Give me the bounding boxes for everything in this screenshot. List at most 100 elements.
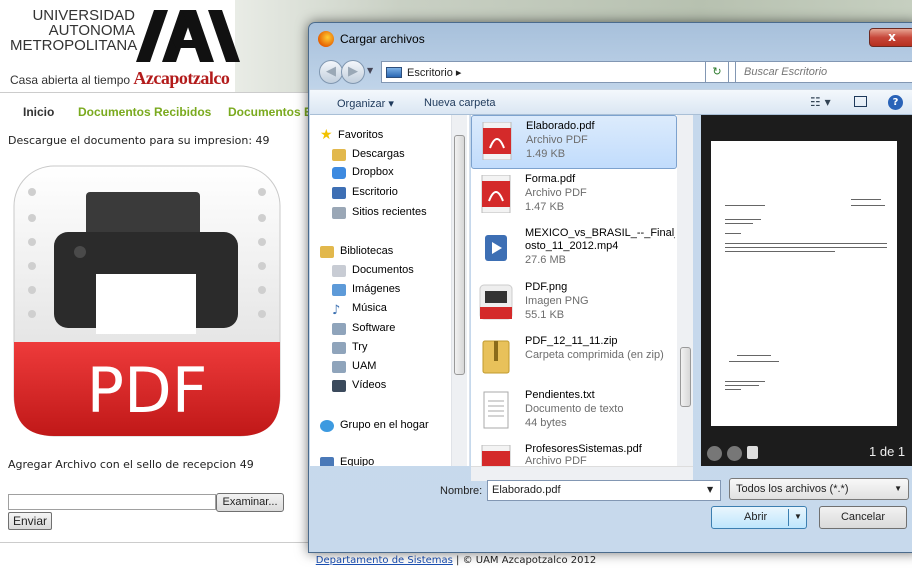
submit-button[interactable]: Enviar [8,512,52,530]
file-item-pendientes[interactable]: Pendientes.txt Documento de texto 44 byt… [471,385,677,439]
views-icon[interactable]: ☷ ▾ [810,95,831,109]
search-box[interactable]: ⚲ [735,61,912,83]
file-name: Pendientes.txt [525,389,595,401]
file-list: Elaborado.pdf Archivo PDF 1.49 KB Forma.… [471,115,689,466]
nav-item-favoritos[interactable]: Favoritos [338,129,383,141]
nav-item-documentos[interactable]: Documentos [352,264,414,276]
logo-line-1: UNIVERSIDAD [32,7,135,24]
file-item-zip[interactable]: PDF_12_11_11.zip Carpeta comprimida (en … [471,331,677,385]
star-icon: ★ [320,127,333,143]
file-item-mexico-brasil[interactable]: MEXICO_vs_BRASIL_--_Final_--_ osto_11_20… [471,223,677,277]
file-item-elaborado[interactable]: Elaborado.pdf Archivo PDF 1.49 KB [471,115,677,169]
nav-scroll-thumb[interactable] [454,135,465,375]
png-file-icon [479,284,513,320]
new-folder-button[interactable]: Nueva carpeta [424,97,496,109]
nav-link-inicio[interactable]: Inicio [23,105,54,119]
uam-logo-icon [136,10,240,62]
documents-icon [332,265,346,277]
cancel-button[interactable]: Cancelar [819,506,907,529]
file-scroll-thumb[interactable] [680,347,691,407]
desktop-icon [386,67,402,78]
homegroup-icon [320,420,334,432]
nav-scrollbar[interactable] [451,115,467,466]
nav-item-descargas[interactable]: Descargas [352,148,405,160]
page-icon[interactable] [747,446,758,459]
video-file-icon [485,235,507,261]
horizontal-scrollbar[interactable] [471,466,693,481]
desktop-icon [332,187,346,199]
footer-copyright: | © UAM Azcapotzalco 2012 [452,555,597,566]
file-type-filter[interactable]: Todos los archivos (*.*) ▼ [729,478,909,500]
downloads-folder-icon [332,149,346,161]
pdf-icon-label: PDF [87,354,208,427]
nav-item-try[interactable]: Try [352,341,367,353]
file-type: Archivo PDF [526,134,588,146]
nav-item-imagenes[interactable]: Imágenes [352,283,400,295]
file-name: MEXICO_vs_BRASIL_--_Final_--_ [525,227,675,239]
nav-link-documentos-recibidos[interactable]: Documentos Recibidos [78,105,211,119]
file-size: 1.47 KB [525,201,565,213]
nav-item-software[interactable]: Software [352,322,395,334]
pdf-file-icon [481,175,511,213]
file-path-input[interactable] [8,494,216,510]
address-bar[interactable]: Escritorio ▸ ▼ [381,61,751,83]
footer-link-sistemas[interactable]: Departamento de Sistemas [316,555,453,566]
pdf-printer-icon[interactable]: PDF [0,162,292,444]
document-preview [711,141,897,426]
next-page-icon[interactable] [727,446,742,461]
organize-menu[interactable]: Organizar ▾ [337,97,394,110]
preview-pane-icon[interactable] [854,96,867,107]
computer-icon [320,457,334,466]
address-segment[interactable]: Escritorio [407,67,453,79]
libraries-icon [320,246,334,258]
address-text: Escritorio ▸ [407,66,461,79]
logo-line-3: METROPOLITANA [10,37,138,54]
file-name: Elaborado.pdf [526,120,595,132]
nav-item-uam[interactable]: UAM [352,360,376,372]
file-name: PDF.png [525,281,568,293]
file-name: PDF_12_11_11.zip [525,335,618,347]
previous-page-icon[interactable] [707,446,722,461]
chevron-down-icon[interactable]: ▼ [794,512,802,521]
preview-pane [701,115,912,466]
file-item-pdf-png[interactable]: PDF.png Imagen PNG 55.1 KB [471,277,677,331]
dropbox-icon [332,167,346,179]
chevron-down-icon[interactable]: ▼ [707,485,713,494]
browse-button[interactable]: Examinar... [216,493,284,512]
nav-item-musica[interactable]: Música [352,302,387,314]
nav-item-videos[interactable]: Vídeos [352,379,386,391]
nav-item-equipo[interactable]: Equipo [340,456,374,466]
forward-button[interactable]: ▶ [341,60,365,84]
motto-text: Casa abierta al tiempo [10,73,131,87]
download-instructions: Descargue el documento para su impresion… [8,134,270,147]
search-input[interactable] [736,62,896,82]
dialog-title: Cargar archivos [340,32,425,46]
close-button[interactable]: x [869,28,912,47]
command-bar: Organizar ▾ Nueva carpeta ☷ ▾ ? [310,89,912,115]
zip-file-icon [482,340,510,374]
chevron-down-icon: ▼ [894,484,902,493]
music-icon: ♪ [332,303,341,318]
recent-places-icon [332,207,346,219]
nav-item-bibliotecas[interactable]: Bibliotecas [340,245,393,257]
nav-item-escritorio[interactable]: Escritorio [352,186,398,198]
nav-item-dropbox[interactable]: Dropbox [352,166,394,178]
file-size: 27.6 MB [525,254,566,266]
nav-item-grupo-hogar[interactable]: Grupo en el hogar [340,419,429,431]
chevron-right-icon[interactable]: ▸ [456,67,462,79]
help-icon[interactable]: ? [888,95,903,110]
file-item-profesores[interactable]: ProfesoresSistemas.pdf Archivo PDF [471,439,677,466]
university-motto: Casa abierta al tiempo Azcapotzalco [10,68,230,89]
file-item-forma[interactable]: Forma.pdf Archivo PDF 1.47 KB [471,169,677,223]
back-button[interactable]: ◀ [319,60,343,84]
nav-item-sitios-recientes[interactable]: Sitios recientes [352,206,427,218]
file-type: Imagen PNG [525,295,589,307]
recent-locations-icon[interactable]: ▼ [367,66,373,75]
file-type: Documento de texto [525,403,624,415]
filename-input[interactable]: Elaborado.pdf [487,480,721,501]
file-type: Archivo PDF [525,455,587,466]
open-button[interactable]: Abrir ▼ [711,506,807,529]
file-type: Carpeta comprimida (en zip) [525,349,664,361]
refresh-icon[interactable]: ↻ [705,61,729,83]
file-list-scrollbar[interactable] [677,115,693,466]
